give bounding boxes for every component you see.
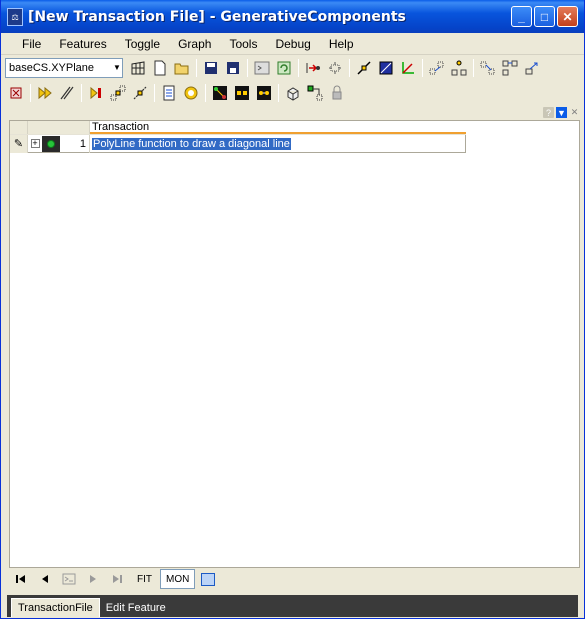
toolbar-row-2 [1,80,584,105]
toolbar-separator [349,58,350,77]
title-bar[interactable]: ⚖ [New Transaction File] - GenerativeCom… [1,0,584,33]
help-icon[interactable]: ? [543,107,554,118]
step-out-icon[interactable] [324,57,346,79]
play-marker-icon[interactable] [85,82,107,104]
menu-debug[interactable]: Debug [266,37,319,51]
transaction-cell[interactable]: PolyLine function to draw a diagonal lin… [90,137,465,150]
table-row[interactable]: ✎ + 1 PolyLine function to draw a diagon… [10,134,466,153]
fast-forward-icon[interactable] [34,82,56,104]
step-list-icon[interactable] [57,569,81,589]
save-icon[interactable] [200,57,222,79]
toolbar-separator [154,83,155,102]
lines-icon[interactable] [56,82,78,104]
pencil-icon: ✎ [10,134,28,153]
menu-bar: File Features Toggle Graph Tools Debug H… [1,33,584,55]
node-link-icon[interactable] [521,57,543,79]
toolbar-separator [205,83,206,102]
save-all-icon[interactable] [222,57,244,79]
menu-help[interactable]: Help [320,37,363,51]
transaction-panel: Transaction ✎ + 1 PolyLine function to d… [9,120,580,568]
toolbar-separator [81,83,82,102]
first-icon[interactable] [9,569,33,589]
record-icon[interactable] [180,82,202,104]
node-split-icon[interactable] [499,57,521,79]
close-button[interactable]: ✕ [557,6,578,27]
script-icon[interactable] [251,57,273,79]
axes-icon[interactable] [397,57,419,79]
toolbar-separator [298,58,299,77]
tab-transaction-file[interactable]: TransactionFile [11,598,100,617]
chevron-down-icon[interactable]: ▼ [112,63,122,72]
previous-icon[interactable] [33,569,57,589]
toolbar-separator [422,58,423,77]
stop-icon[interactable] [5,82,27,104]
fit-button[interactable]: FIT [132,569,157,589]
toolbar-separator [473,58,474,77]
cube-icon[interactable] [282,82,304,104]
snap-icon[interactable] [304,82,326,104]
toolbar-row-1: baseCS.XYPlane ▼ [1,55,584,80]
graph-b-icon[interactable] [231,82,253,104]
menu-file[interactable]: File [13,37,50,51]
dock-menu-icon[interactable]: ▼ [556,107,567,118]
lock-icon[interactable] [326,82,348,104]
next-icon[interactable] [81,569,105,589]
menu-tools[interactable]: Tools [220,37,266,51]
toolbar-separator [278,83,279,102]
node-branch-icon[interactable] [448,57,470,79]
plane-select-value: baseCS.XYPlane [9,61,94,74]
grid-icon[interactable] [127,57,149,79]
main-window: ⚖ [New Transaction File] - GenerativeCom… [0,0,585,619]
navigation-bar: FIT MON [9,568,216,590]
status-indicator[interactable] [42,135,60,152]
graph-a-icon[interactable] [209,82,231,104]
points-grid-icon[interactable] [107,82,129,104]
column-header-transaction[interactable]: Transaction [90,121,466,134]
maximize-button[interactable]: □ [534,6,555,27]
refresh-icon[interactable] [273,57,295,79]
toolbar-separator [196,58,197,77]
expand-icon[interactable]: + [30,139,40,148]
last-icon[interactable] [105,569,129,589]
point-icon[interactable] [353,57,375,79]
app-icon: ⚖ [7,7,23,26]
mon-button[interactable]: MON [160,569,196,589]
diagonal-icon[interactable] [129,82,151,104]
rectangle-icon[interactable] [375,57,397,79]
tab-strip: TransactionFile Edit Feature [7,595,578,617]
tab-edit-feature[interactable]: Edit Feature [100,598,172,617]
window-title: [New Transaction File] - GenerativeCompo… [28,8,406,25]
grid-header: Transaction [10,121,466,135]
node-up-icon[interactable] [426,57,448,79]
toolbar-separator [247,58,248,77]
menu-toggle[interactable]: Toggle [116,37,169,51]
dock-header: ? ▼ ✕ [9,106,582,119]
window-controls: _ □ ✕ [511,6,578,27]
open-folder-icon[interactable] [171,57,193,79]
row-number: 1 [62,134,90,153]
plane-select[interactable]: baseCS.XYPlane ▼ [5,57,123,78]
status-dot-icon [47,139,55,148]
step-into-icon[interactable] [302,57,324,79]
dock-close-icon[interactable]: ✕ [569,107,580,118]
menu-features[interactable]: Features [50,37,115,51]
list-view-icon[interactable] [201,572,216,586]
node-down-icon[interactable] [477,57,499,79]
transaction-text[interactable]: PolyLine function to draw a diagonal lin… [92,137,291,150]
minimize-button[interactable]: _ [511,6,532,27]
new-file-icon[interactable] [149,57,171,79]
document-icon[interactable] [158,82,180,104]
transaction-grid: Transaction ✎ + 1 PolyLine function to d… [10,121,466,153]
graph-c-icon[interactable] [253,82,275,104]
toolbar-separator [30,83,31,102]
menu-graph[interactable]: Graph [169,37,220,51]
